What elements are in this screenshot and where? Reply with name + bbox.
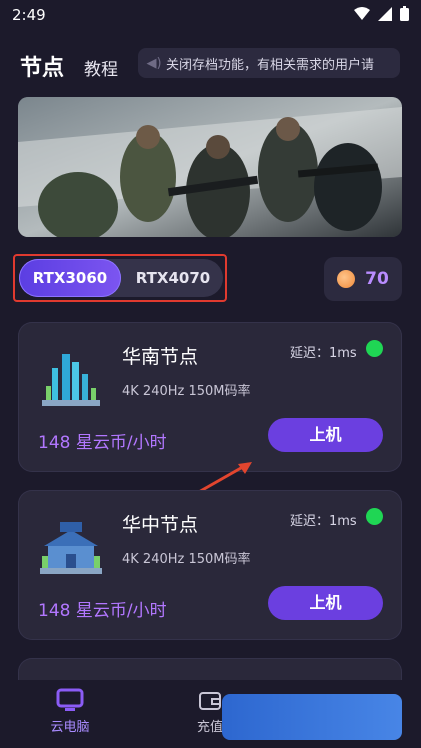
wifi-icon [354, 6, 370, 20]
node-spec: 4K 240Hz 150M码率 [122, 384, 251, 399]
south-city-icon [42, 354, 100, 406]
node-price: 148 星云币/小时 [38, 601, 167, 621]
gpu-option-rtx4070[interactable]: RTX4070 [123, 259, 223, 297]
nav-cloud-pc-label: 云电脑 [50, 720, 90, 735]
monitor-icon [56, 688, 84, 711]
page-title: 节点 [20, 56, 65, 81]
wallet-icon [199, 692, 221, 710]
gpu-toggle: RTX3060 RTX4070 [19, 259, 223, 297]
banner-image [18, 97, 402, 237]
node-spec: 4K 240Hz 150M码率 [122, 552, 251, 567]
online-status-dot [366, 508, 383, 525]
node-latency: 延迟：1ms [290, 346, 357, 361]
watermark-logo [222, 694, 402, 740]
speaker-icon: ◀) [146, 55, 162, 71]
node-latency: 延迟：1ms [290, 514, 357, 529]
gpu-selector: RTX3060 RTX4070 [13, 254, 227, 302]
tab-tutorial[interactable]: 教程 [84, 55, 118, 80]
connect-button[interactable]: 上机 [268, 586, 383, 620]
coin-icon [337, 270, 356, 288]
notice-bar[interactable]: ◀) 关闭存档功能，有相关需求的用户请 [138, 48, 400, 78]
online-status-dot [366, 340, 383, 357]
gpu-option-rtx3060[interactable]: RTX3060 [19, 259, 121, 297]
promo-banner[interactable] [18, 97, 402, 237]
notice-text: 关闭存档功能，有相关需求的用户请 [166, 57, 375, 73]
node-name: 华南节点 [122, 346, 199, 368]
node-name: 华中节点 [122, 514, 199, 536]
status-icons [354, 6, 409, 21]
signal-icon [378, 6, 392, 21]
node-card: 华中节点 4K 240Hz 150M码率 延迟：1ms 148 星云币/小时 上… [18, 490, 402, 640]
node-price: 148 星云币/小时 [38, 433, 167, 453]
nav-cloud-pc[interactable]: 云电脑 [30, 688, 110, 735]
central-city-icon [40, 522, 102, 574]
coin-balance[interactable]: 70 [324, 257, 402, 301]
status-time: 2:49 [12, 6, 46, 24]
nav-recharge-label: 充值 [196, 720, 223, 735]
battery-icon [400, 6, 409, 21]
connect-button[interactable]: 上机 [268, 418, 383, 452]
node-card: 华南节点 4K 240Hz 150M码率 延迟：1ms 148 星云币/小时 上… [18, 322, 402, 472]
coin-value: 70 [365, 269, 389, 289]
